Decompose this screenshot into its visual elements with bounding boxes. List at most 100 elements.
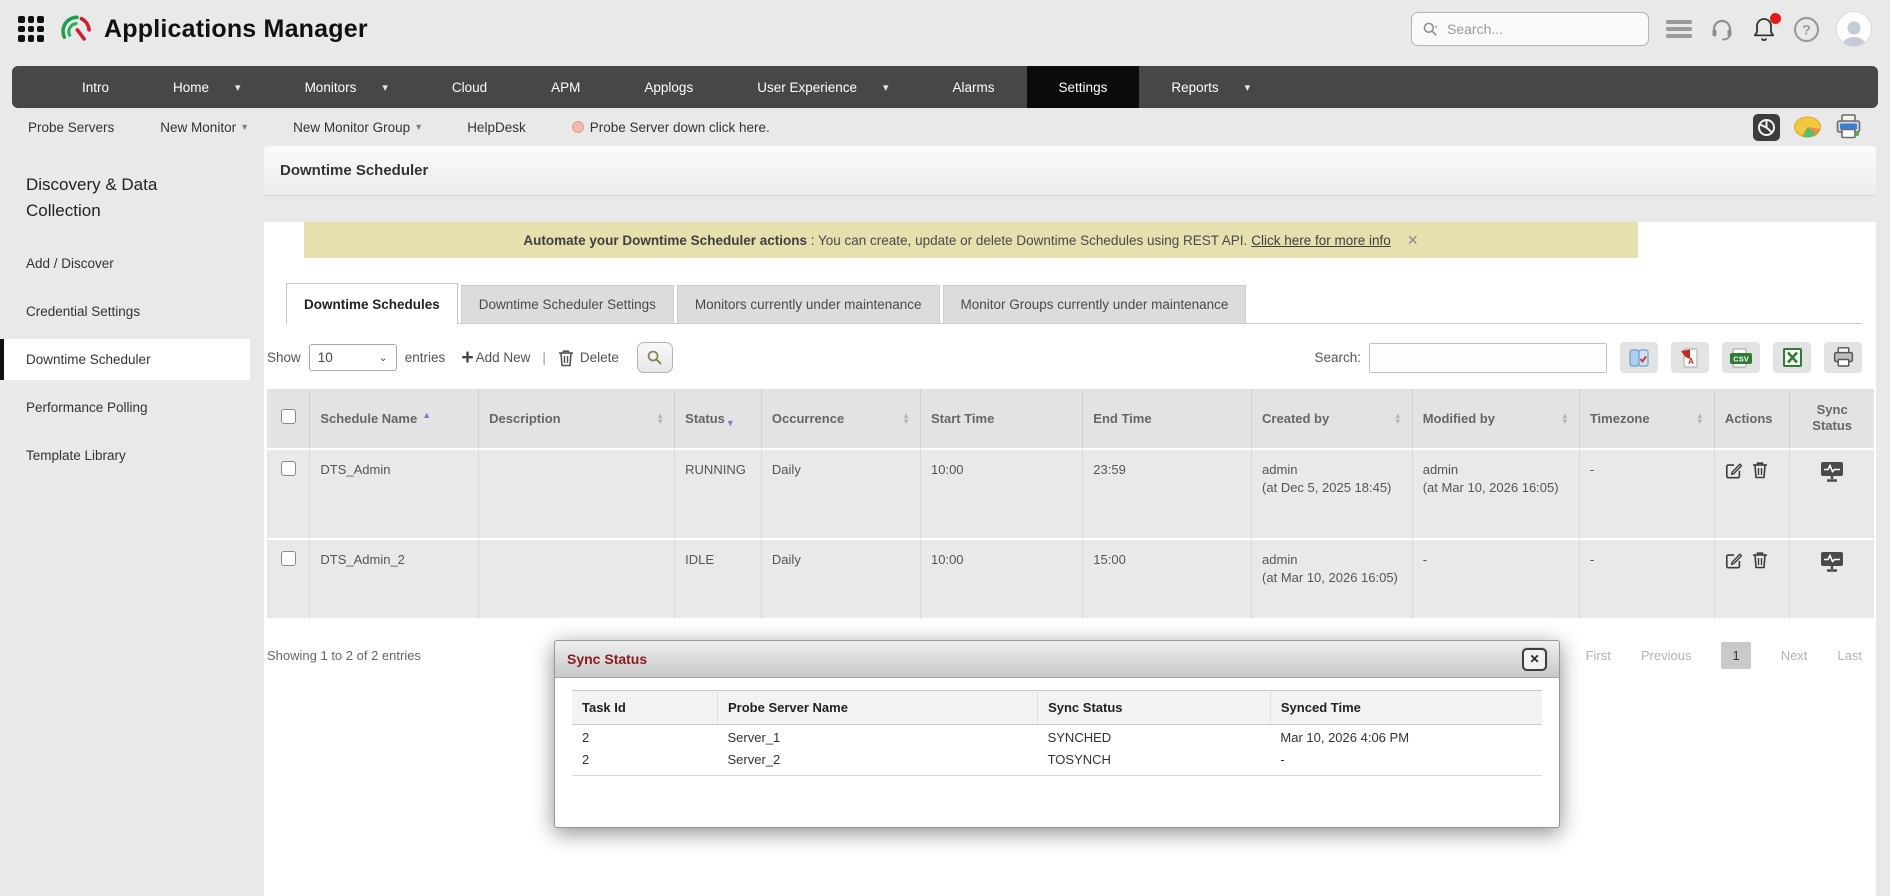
cell-status: RUNNING — [675, 450, 762, 540]
col-task-id: Task Id — [572, 691, 718, 725]
export-excel-icon[interactable] — [1773, 342, 1811, 373]
cell-actions — [1715, 540, 1791, 620]
page-last[interactable]: Last — [1837, 648, 1862, 663]
notifications-bell-icon[interactable] — [1751, 16, 1777, 43]
notification-badge-dot — [1770, 13, 1781, 24]
nav-cloud[interactable]: Cloud — [420, 66, 519, 108]
delete-icon[interactable] — [1752, 551, 1768, 569]
print-export-icon[interactable] — [1824, 342, 1862, 373]
sort-icon: ▲▼ — [902, 413, 910, 425]
col-occurrence[interactable]: Occurrence▲▼ — [762, 389, 921, 450]
banner-close-icon[interactable]: ✕ — [1407, 232, 1419, 249]
tab-monitors-under-maintenance[interactable]: Monitors currently under maintenance — [677, 285, 940, 323]
col-timezone[interactable]: Timezone▲▼ — [1580, 389, 1715, 450]
banner-more-info-link[interactable]: Click here for more info — [1251, 233, 1391, 248]
cell-modified-by: - — [1413, 540, 1580, 620]
nav-home[interactable]: Home▾ — [141, 66, 273, 108]
subnav-probe-servers[interactable]: Probe Servers — [28, 120, 114, 135]
cell-probe-server-name: Server_2 — [718, 747, 1038, 776]
edit-icon[interactable] — [1725, 551, 1743, 569]
col-description[interactable]: Description▲▼ — [479, 389, 675, 450]
col-schedule-name[interactable]: Schedule Name▲ — [310, 389, 479, 450]
cell-occurrence: Daily — [762, 450, 921, 540]
delete-button[interactable]: Delete — [558, 349, 619, 367]
table-search-input[interactable] — [1369, 343, 1607, 373]
sidebar-heading: Discovery & Data Collection — [0, 164, 210, 243]
col-sync-status: Sync Status — [1038, 691, 1271, 725]
divider: | — [542, 350, 546, 365]
row-checkbox[interactable] — [281, 461, 296, 476]
tab-downtime-schedules[interactable]: Downtime Schedules — [286, 283, 458, 324]
nav-monitors[interactable]: Monitors▾ — [273, 66, 420, 108]
nav-intro[interactable]: Intro — [50, 66, 141, 108]
subnav-new-monitor-group[interactable]: New Monitor Group▾ — [293, 120, 421, 135]
sync-status-icon[interactable] — [1820, 551, 1844, 572]
nav-alarms[interactable]: Alarms — [921, 66, 1027, 108]
cell-occurrence: Daily — [762, 540, 921, 620]
app-grid-icon[interactable] — [18, 16, 44, 42]
pie-chart-icon[interactable] — [1793, 115, 1822, 139]
chevron-down-icon: ▾ — [242, 122, 247, 133]
tab-monitor-groups-under-maintenance[interactable]: Monitor Groups currently under maintenan… — [943, 285, 1247, 323]
nav-reports[interactable]: Reports▾ — [1139, 66, 1282, 108]
tab-downtime-scheduler-settings[interactable]: Downtime Scheduler Settings — [461, 285, 674, 323]
plus-icon: + — [461, 346, 473, 370]
page-next[interactable]: Next — [1781, 648, 1808, 663]
export-csv-icon[interactable]: CSV — [1722, 342, 1760, 373]
search-icon — [646, 349, 663, 366]
subnav-helpdesk[interactable]: HelpDesk — [467, 120, 526, 135]
page-previous[interactable]: Previous — [1641, 648, 1692, 663]
nav-applogs[interactable]: Applogs — [612, 66, 725, 108]
col-start-time[interactable]: Start Time — [921, 389, 1083, 450]
select-all-checkbox[interactable] — [281, 409, 296, 424]
pagination: First Previous 1 Next Last — [1586, 642, 1862, 669]
page-first[interactable]: First — [1586, 648, 1611, 663]
support-headset-icon[interactable] — [1709, 16, 1735, 42]
page-current[interactable]: 1 — [1721, 642, 1750, 669]
nav-apm[interactable]: APM — [519, 66, 612, 108]
export-pdf-icon[interactable]: A — [1671, 342, 1709, 373]
probe-server-down-alert[interactable]: Probe Server down click here. — [572, 120, 770, 135]
row-checkbox[interactable] — [281, 551, 296, 566]
user-avatar[interactable] — [1836, 11, 1872, 47]
sync-status-table: Task Id Probe Server Name Sync Status Sy… — [572, 690, 1542, 776]
nav-settings[interactable]: Settings — [1027, 66, 1140, 108]
col-synced-time: Synced Time — [1270, 691, 1542, 725]
screenshot-aperture-icon[interactable] — [1753, 114, 1780, 141]
modal-title-bar[interactable]: Sync Status ✕ — [555, 641, 1559, 678]
sync-row: 2 Server_1 SYNCHED Mar 10, 2026 4:06 PM — [572, 725, 1542, 748]
modal-close-button[interactable]: ✕ — [1522, 648, 1547, 671]
edit-icon[interactable] — [1725, 461, 1743, 479]
sidebar-item-downtime-scheduler[interactable]: Downtime Scheduler — [0, 339, 250, 380]
cell-sync-status: SYNCHED — [1038, 725, 1271, 748]
cell-timezone: - — [1580, 450, 1715, 540]
col-end-time[interactable]: End Time — [1083, 389, 1252, 450]
subnav-new-monitor[interactable]: New Monitor▾ — [160, 120, 247, 135]
global-search-input[interactable] — [1447, 21, 1607, 37]
cell-description — [479, 540, 675, 620]
sidebar-item-template-library[interactable]: Template Library — [0, 435, 250, 476]
print-icon[interactable] — [1835, 114, 1862, 140]
cell-task-id: 2 — [572, 725, 718, 748]
report-view-icon[interactable] — [1620, 342, 1658, 373]
col-created-by[interactable]: Created by▲▼ — [1252, 389, 1413, 450]
sync-status-icon[interactable] — [1820, 461, 1844, 482]
cell-end-time: 15:00 — [1083, 540, 1252, 620]
entries-select[interactable]: 10 ⌄ — [309, 344, 397, 371]
add-new-button[interactable]: Add New — [476, 350, 531, 365]
cell-description — [479, 450, 675, 540]
sidebar-item-performance-polling[interactable]: Performance Polling — [0, 387, 250, 428]
sidebar-item-credential-settings[interactable]: Credential Settings — [0, 291, 250, 332]
delete-icon[interactable] — [1752, 461, 1768, 479]
table-search-toggle-button[interactable] — [637, 342, 673, 373]
table-controls: Show 10 ⌄ entries + Add New | Delete — [267, 342, 1862, 373]
global-search[interactable] — [1411, 12, 1649, 46]
help-icon[interactable]: ? — [1793, 16, 1820, 43]
sort-desc-icon: ▼ — [726, 418, 735, 428]
sidebar-item-add-discover[interactable]: Add / Discover — [0, 243, 250, 284]
col-status[interactable]: Status▼ — [675, 389, 762, 450]
cell-timezone: - — [1580, 540, 1715, 620]
menu-icon[interactable] — [1665, 19, 1693, 39]
nav-user-experience[interactable]: User Experience▾ — [725, 66, 920, 108]
col-modified-by[interactable]: Modified by▲▼ — [1413, 389, 1580, 450]
